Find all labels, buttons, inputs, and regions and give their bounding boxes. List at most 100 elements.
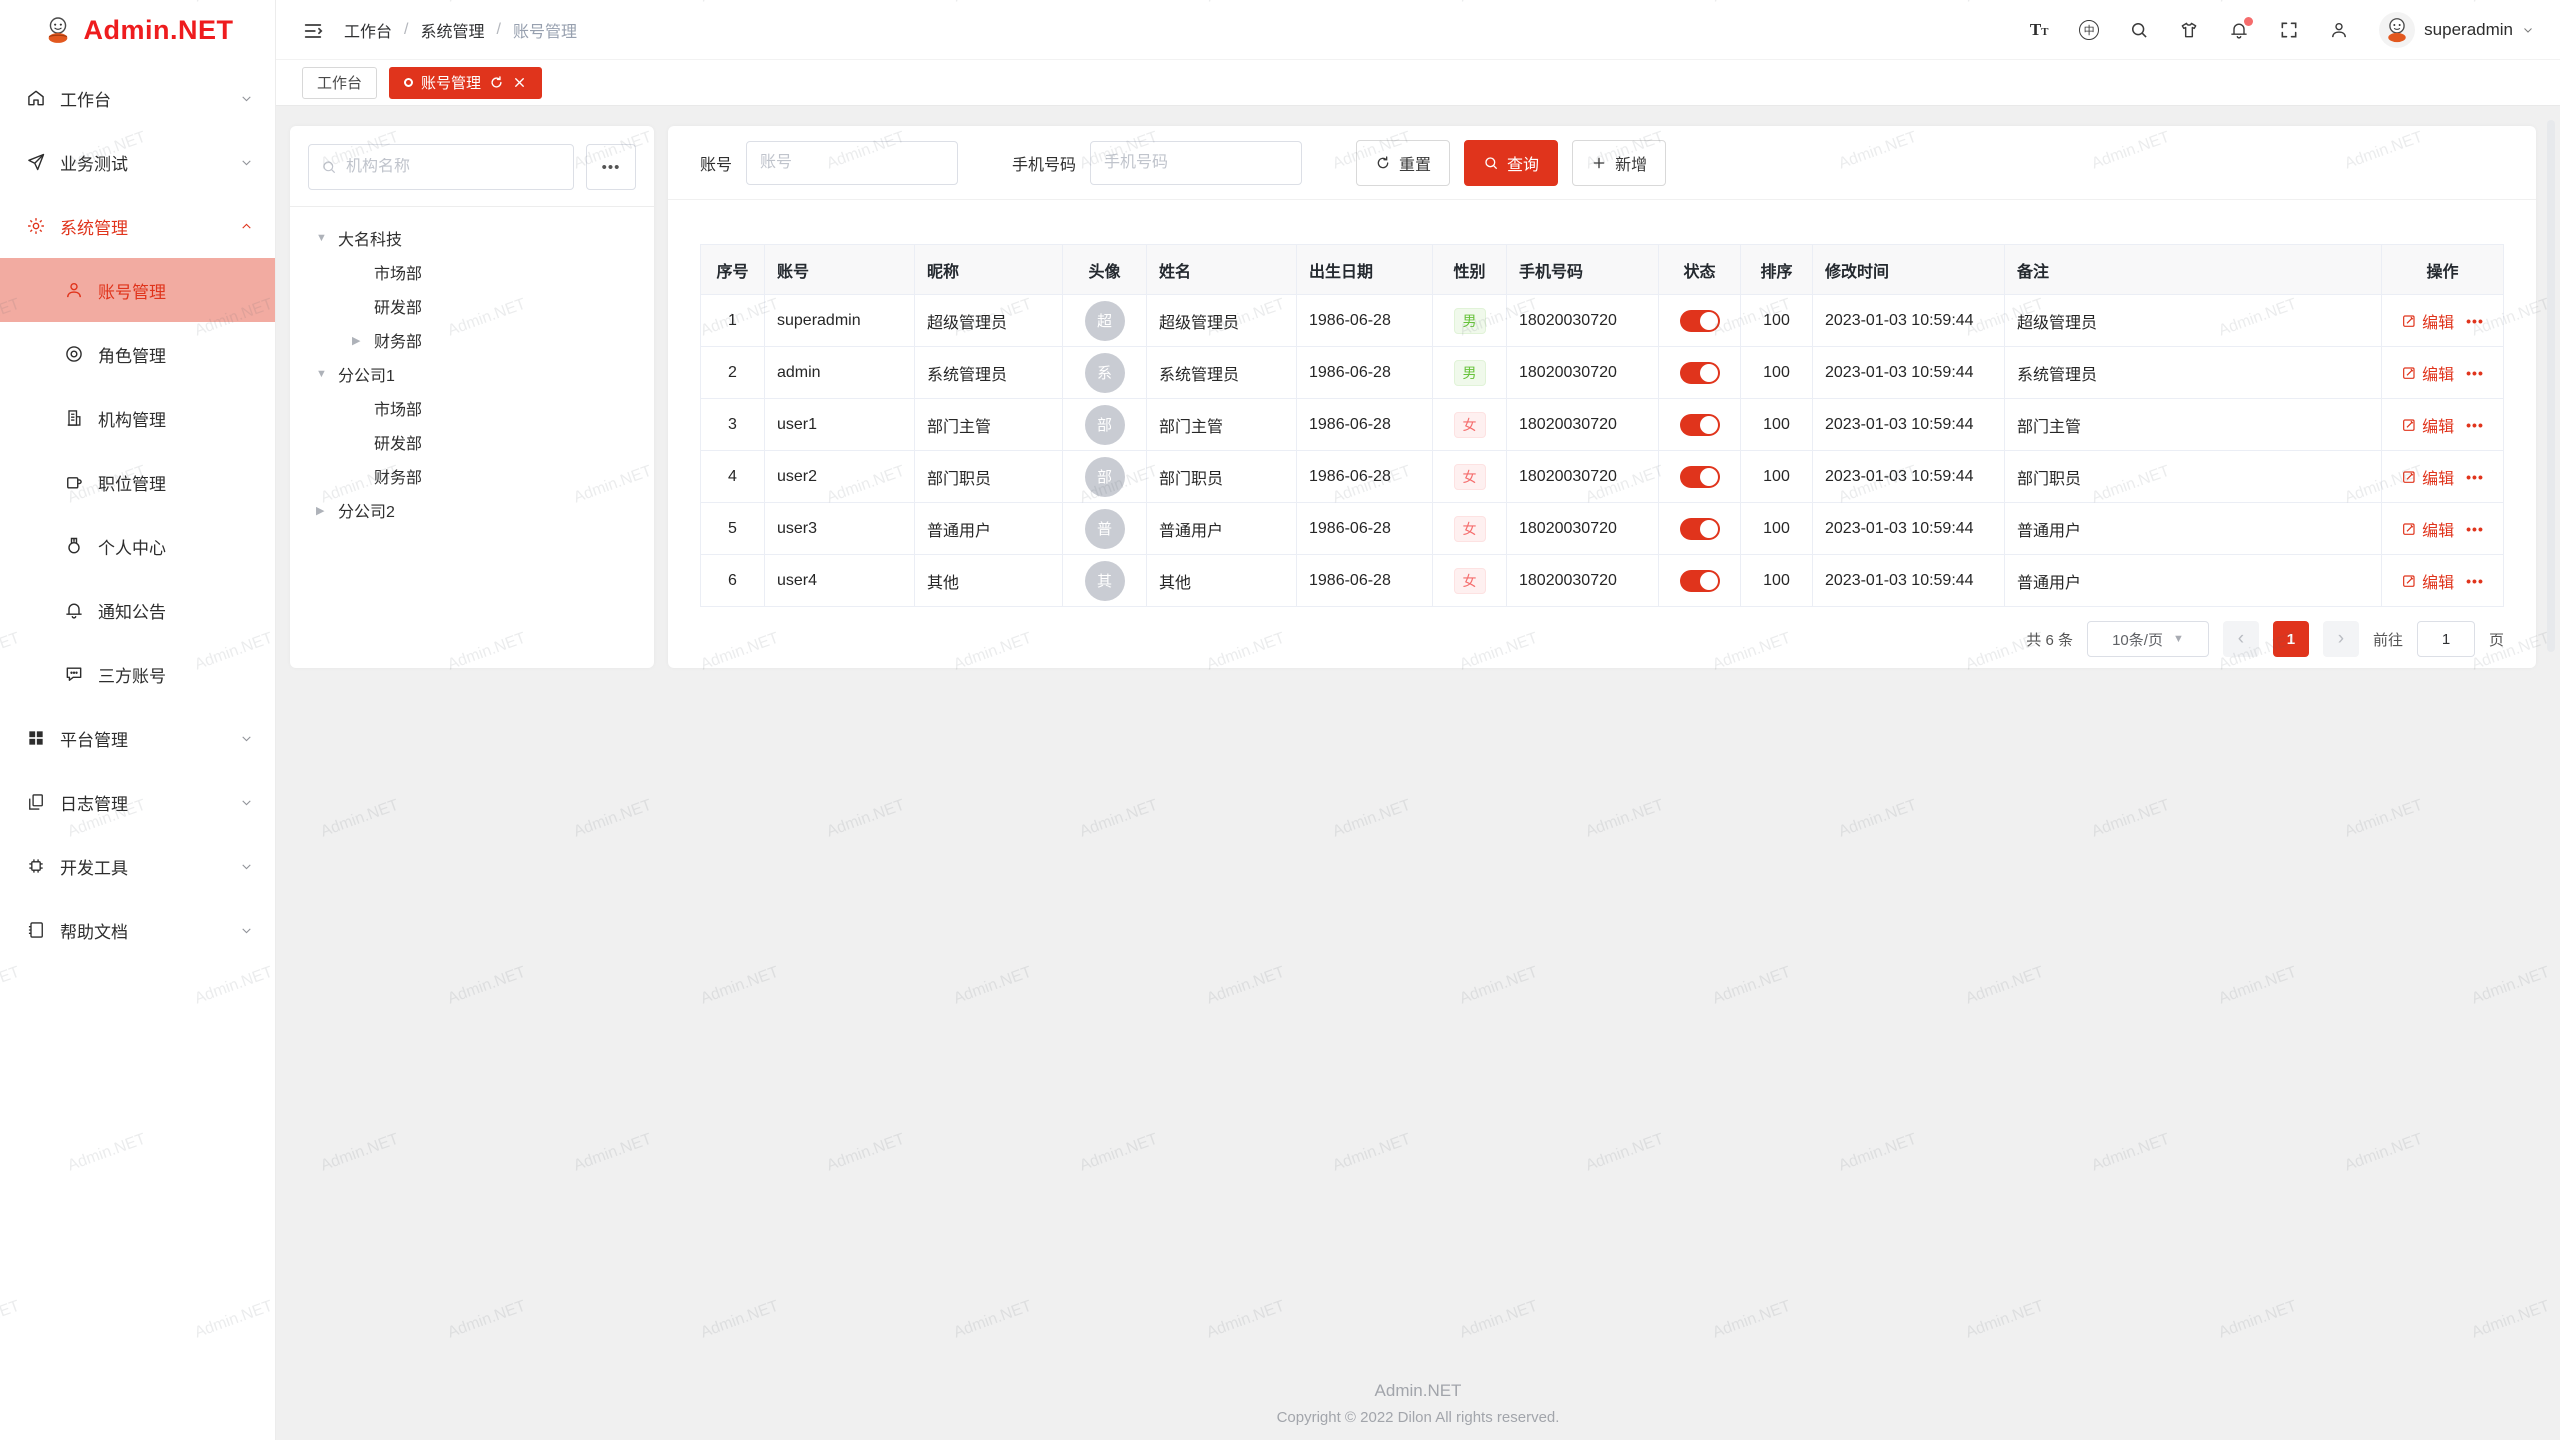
- edit-button[interactable]: 编辑: [2401, 465, 2454, 489]
- sidebar-item-workbench[interactable]: 工作台: [0, 66, 275, 130]
- tab-workbench[interactable]: 工作台: [302, 67, 377, 99]
- page-size-select[interactable]: 10条/页 ▼: [2087, 621, 2209, 657]
- row-more-button[interactable]: •••: [2466, 469, 2484, 485]
- sidebar-item-business-test[interactable]: 业务测试: [0, 130, 275, 194]
- edit-button[interactable]: 编辑: [2401, 309, 2454, 333]
- edit-button[interactable]: 编辑: [2401, 361, 2454, 385]
- reset-button[interactable]: 重置: [1356, 140, 1450, 186]
- person-icon[interactable]: [2329, 20, 2349, 40]
- row-more-button[interactable]: •••: [2466, 573, 2484, 589]
- sidebar-item-system-management[interactable]: 系统管理: [0, 194, 275, 258]
- row-more-button[interactable]: •••: [2466, 521, 2484, 537]
- sidebar-item-role-management[interactable]: 角色管理: [0, 322, 275, 386]
- chevron-down-icon: ▼: [2173, 633, 2184, 645]
- page-scrollbar[interactable]: [2547, 120, 2555, 652]
- cell-account: admin: [765, 347, 915, 399]
- chevron-down-icon: [2522, 24, 2534, 36]
- cell-status: [1659, 503, 1741, 555]
- phone-input[interactable]: [1090, 141, 1302, 185]
- status-toggle[interactable]: [1680, 310, 1720, 332]
- status-toggle[interactable]: [1680, 570, 1720, 592]
- theme-icon[interactable]: [2179, 20, 2199, 40]
- cell-phone: 18020030720: [1507, 555, 1659, 607]
- sidebar-item-log-management[interactable]: 日志管理: [0, 770, 275, 834]
- status-toggle[interactable]: [1680, 414, 1720, 436]
- sidebar-item-profile-center[interactable]: 个人中心: [0, 514, 275, 578]
- tree-node[interactable]: 分公司2: [308, 493, 636, 527]
- row-more-button[interactable]: •••: [2466, 313, 2484, 329]
- tab-account-management[interactable]: 账号管理: [389, 67, 542, 99]
- add-button[interactable]: 新增: [1572, 140, 1666, 186]
- sidebar-item-platform-management[interactable]: 平台管理: [0, 706, 275, 770]
- font-size-icon[interactable]: TT: [2029, 20, 2049, 40]
- sidebar-item-org-management[interactable]: 机构管理: [0, 386, 275, 450]
- tree-node[interactable]: 财务部: [308, 323, 636, 357]
- page-number-button[interactable]: 1: [2273, 621, 2309, 657]
- logo[interactable]: Admin.NET: [0, 0, 275, 60]
- goto-page-input[interactable]: [2417, 621, 2475, 657]
- search-button[interactable]: 查询: [1464, 140, 1558, 186]
- account-input[interactable]: [746, 141, 958, 185]
- sidebar-item-account-management[interactable]: 账号管理: [0, 258, 275, 322]
- edit-button[interactable]: 编辑: [2401, 517, 2454, 541]
- tree-node[interactable]: 研发部: [308, 425, 636, 459]
- sidebar-item-notice[interactable]: 通知公告: [0, 578, 275, 642]
- total-count: 共 6 条: [2026, 629, 2073, 650]
- tree-caret-icon[interactable]: [316, 504, 338, 517]
- accounts-table: 序号 账号 昵称 头像 姓名 出生日期 性别 手机号码 状态 排序 修改时间 备…: [700, 244, 2504, 607]
- position-icon: [64, 472, 84, 492]
- cell-birth: 1986-06-28: [1297, 347, 1433, 399]
- cell-note: 部门职员: [2005, 451, 2382, 503]
- org-search-input[interactable]: [346, 158, 561, 176]
- sidebar-item-label: 开发工具: [60, 854, 128, 879]
- edit-button[interactable]: 编辑: [2401, 569, 2454, 593]
- avatar: 部: [1085, 405, 1125, 445]
- tree-caret-icon[interactable]: [316, 232, 338, 244]
- sidebar-item-label: 系统管理: [60, 214, 128, 239]
- user-menu[interactable]: superadmin: [2379, 12, 2534, 48]
- status-toggle[interactable]: [1680, 466, 1720, 488]
- cell-actions: 编辑 •••: [2382, 555, 2504, 607]
- row-more-button[interactable]: •••: [2466, 417, 2484, 433]
- cell-name: 部门职员: [1147, 451, 1297, 503]
- tree-node[interactable]: 财务部: [308, 459, 636, 493]
- cell-birth: 1986-06-28: [1297, 295, 1433, 347]
- edit-button[interactable]: 编辑: [2401, 413, 2454, 437]
- cell-avatar: 部: [1063, 451, 1147, 503]
- refresh-icon[interactable]: [489, 75, 504, 90]
- prev-page-button[interactable]: ‹: [2223, 621, 2259, 657]
- tree-node[interactable]: 大名科技: [308, 221, 636, 255]
- status-toggle[interactable]: [1680, 518, 1720, 540]
- collapse-menu-icon[interactable]: [302, 20, 324, 40]
- cell-status: [1659, 295, 1741, 347]
- tree-node[interactable]: 市场部: [308, 391, 636, 425]
- tree-caret-icon[interactable]: [352, 334, 374, 347]
- next-page-button[interactable]: ›: [2323, 621, 2359, 657]
- tree-node[interactable]: 市场部: [308, 255, 636, 289]
- breadcrumb-item[interactable]: 工作台: [344, 18, 392, 42]
- log-icon: [26, 792, 46, 812]
- notification-icon[interactable]: [2229, 20, 2249, 40]
- sidebar-item-dev-tools[interactable]: 开发工具: [0, 834, 275, 898]
- fullscreen-icon[interactable]: [2279, 20, 2299, 40]
- sidebar-item-thirdparty-account[interactable]: 三方账号: [0, 642, 275, 706]
- tree-caret-icon[interactable]: [316, 368, 338, 380]
- phone-field-label: 手机号码: [1012, 151, 1076, 175]
- cell-actions: 编辑 •••: [2382, 295, 2504, 347]
- search-icon[interactable]: [2129, 20, 2149, 40]
- status-toggle[interactable]: [1680, 362, 1720, 384]
- tree-more-button[interactable]: •••: [586, 144, 636, 190]
- sidebar-item-help-docs[interactable]: 帮助文档: [0, 898, 275, 962]
- col-phone: 手机号码: [1507, 245, 1659, 295]
- sidebar-item-position-management[interactable]: 职位管理: [0, 450, 275, 514]
- tree-node[interactable]: 分公司1: [308, 357, 636, 391]
- language-icon[interactable]: 中: [2079, 20, 2099, 40]
- close-icon[interactable]: [512, 75, 527, 90]
- row-more-button[interactable]: •••: [2466, 365, 2484, 381]
- breadcrumb-item[interactable]: 系统管理: [420, 18, 484, 42]
- tree-node[interactable]: 研发部: [308, 289, 636, 323]
- org-tree-panel: ••• 大名科技 市场部: [290, 126, 654, 668]
- col-nickname: 昵称: [915, 245, 1063, 295]
- org-search-box[interactable]: [308, 144, 574, 190]
- building-icon: [64, 408, 84, 428]
